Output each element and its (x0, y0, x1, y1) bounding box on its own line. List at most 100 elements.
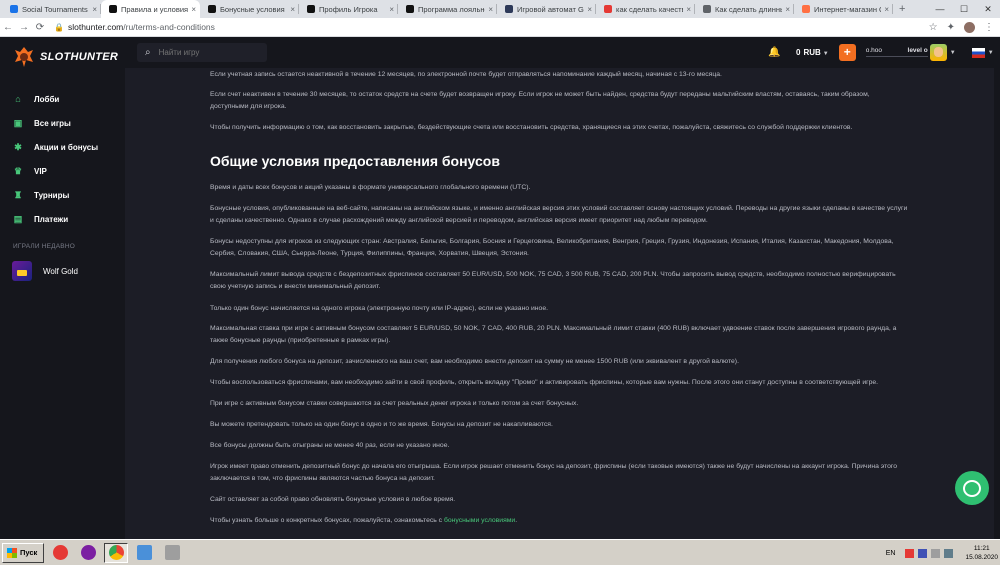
paragraph-end: . (515, 517, 518, 524)
system-tray: EN 11:21 15.08.2020 (886, 543, 998, 563)
paragraph: Только один бонус начисляется на одного … (210, 305, 548, 312)
search-input[interactable] (158, 48, 254, 57)
maximize-icon[interactable]: ☐ (952, 0, 976, 18)
tab-title: как сделать качествен (616, 4, 683, 14)
paragraph: Чтобы узнать больше о конкретных бонусах… (210, 515, 910, 527)
tab-favicon-icon (505, 5, 513, 13)
paragraph: Чтобы воспользоваться фриспинами, вам не… (210, 379, 879, 386)
deposit-plus-button[interactable]: + (838, 44, 856, 61)
explorer-icon (136, 545, 152, 560)
flag-icon[interactable] (931, 548, 941, 558)
site-header: SLOTHUNTER ⌕ 🔔 0RUB▼ + o.hoo level o ▼ ▼ (0, 37, 1000, 68)
user-level: level o (907, 46, 928, 54)
avatar[interactable] (929, 44, 947, 61)
browser-tab[interactable]: как сделать качествен× (596, 0, 695, 18)
volume-icon[interactable] (944, 548, 954, 558)
logo-text: SLOTHUNTER (40, 51, 119, 63)
site-logo[interactable]: SLOTHUNTER (14, 46, 118, 68)
user-level-box[interactable]: o.hoo level o (865, 43, 928, 63)
search-icon: ⌕ (145, 47, 151, 58)
close-tab-icon[interactable]: × (290, 5, 295, 14)
url-field[interactable]: slothunter.com/ru/terms-and-conditions (68, 22, 215, 32)
logo-mark-icon (15, 47, 33, 67)
star-icon[interactable]: ☆ (929, 22, 938, 33)
close-tab-icon[interactable]: × (884, 5, 889, 14)
page-scrollbar[interactable] (994, 68, 1000, 539)
clock[interactable]: 11:21 15.08.2020 (965, 544, 998, 562)
windows-logo-icon (7, 547, 17, 558)
network-icon[interactable] (918, 548, 928, 558)
close-tab-icon[interactable]: × (587, 5, 592, 14)
new-tab-icon[interactable]: + (893, 0, 911, 18)
gift-icon: ✱ (14, 142, 22, 152)
sidebar-item[interactable]: ✱ Акции и бонусы (0, 135, 125, 159)
chevron-down-icon: ▼ (822, 51, 829, 57)
menu-dots-icon[interactable]: ⋮ (984, 22, 994, 33)
tab-title: Программа лояльност (418, 4, 485, 14)
close-tab-icon[interactable]: × (686, 5, 691, 14)
browser-tab[interactable]: Игровой автомат Gold× (497, 0, 596, 18)
close-window-icon[interactable]: ✕ (976, 0, 1000, 18)
browser-tab[interactable]: Бонусные условия | Sl× (200, 0, 299, 18)
taskbar-app-tool[interactable] (160, 543, 184, 563)
language-indicator[interactable]: EN (886, 550, 896, 557)
close-tab-icon[interactable]: × (92, 5, 97, 14)
sidebar-item[interactable]: ▣ Все игры (0, 111, 125, 135)
reload-icon[interactable]: ⟳ (32, 22, 48, 33)
close-tab-icon[interactable]: × (488, 5, 493, 14)
browser-tab[interactable]: Интернет-магазин Chi× (794, 0, 893, 18)
taskbar-app-chrome[interactable] (104, 542, 129, 563)
taskbar-app-game[interactable] (76, 543, 100, 563)
sidebar-item-label: Акции и бонусы (34, 142, 99, 152)
back-icon[interactable]: ← (0, 22, 16, 33)
lock-icon[interactable]: 🔒 (54, 23, 64, 32)
tab-favicon-icon (307, 5, 315, 13)
window-controls: — ☐ ✕ (928, 0, 1000, 18)
chat-support-button[interactable] (955, 471, 989, 505)
chrome-icon (108, 545, 124, 560)
forward-icon[interactable]: → (16, 22, 32, 33)
sidebar-item[interactable]: ♛ VIP (0, 159, 125, 183)
close-tab-icon[interactable]: × (389, 5, 394, 14)
taskbar-app-explorer[interactable] (132, 543, 156, 563)
browser-tab[interactable]: Как сделать длинный с× (695, 0, 794, 18)
browser-tab[interactable]: Профиль Игрока × (299, 0, 398, 18)
close-tab-icon[interactable]: × (785, 5, 790, 14)
paragraph: Если счет неактивен в течение 30 месяцев… (210, 91, 870, 110)
url-path: /ru/terms-and-conditions (123, 22, 215, 32)
browser-tab[interactable]: Правила и условия | Sl× (101, 0, 200, 18)
bonus-terms-link[interactable]: бонусными условиями (444, 517, 515, 524)
browser-tab[interactable]: Social Tournaments × (2, 0, 101, 18)
recent-game-item[interactable]: Wolf Gold (12, 261, 125, 281)
sidebar-item[interactable]: ⌂ Лобби (0, 87, 125, 111)
extension-icon[interactable]: ✦ (947, 22, 955, 33)
paragraph: Игрок имеет право отменить депозитный бо… (210, 463, 898, 482)
chevron-down-icon[interactable]: ▼ (950, 50, 956, 56)
profile-avatar[interactable] (964, 22, 975, 33)
sidebar-item-label: VIP (34, 166, 47, 176)
tool-icon (164, 545, 180, 560)
minimize-icon[interactable]: — (928, 0, 952, 18)
sidebar-item[interactable]: ♜ Турниры (0, 183, 125, 207)
bell-icon[interactable]: 🔔 (768, 47, 782, 58)
start-button[interactable]: Пуск (2, 542, 45, 563)
tab-favicon-icon (109, 5, 117, 13)
clock-time: 11:21 (973, 545, 990, 552)
sidebar: ⌂ Лобби ▣ Все игры ✱ Акции и бонусы ♛ VIP ♜ Турни… (0, 68, 125, 539)
language-flag-icon[interactable] (971, 47, 985, 58)
url-host: slothunter.com (67, 22, 124, 32)
paragraph: Все бонусы должны быть отыграны не менее… (210, 442, 450, 449)
paragraph: При игре с активным бонусом ставки совер… (210, 400, 579, 407)
chevron-down-icon[interactable]: ▼ (988, 50, 994, 56)
taskbar-app-opera[interactable] (48, 543, 72, 563)
tab-favicon-icon (802, 5, 810, 13)
tray-app-icon[interactable] (905, 548, 915, 558)
balance-display[interactable]: 0 RUB ▼ (796, 48, 829, 57)
game-thumbnail (12, 261, 32, 281)
paragraph: Время и даты всех бонусов и акций указан… (210, 184, 531, 191)
sidebar-item[interactable]: ▤ Платежи (0, 207, 125, 231)
close-tab-icon[interactable]: × (191, 5, 196, 14)
search-box[interactable]: ⌕ (137, 43, 267, 62)
browser-tab[interactable]: Программа лояльност× (398, 0, 497, 18)
tab-title: Профиль Игрока (319, 4, 378, 14)
